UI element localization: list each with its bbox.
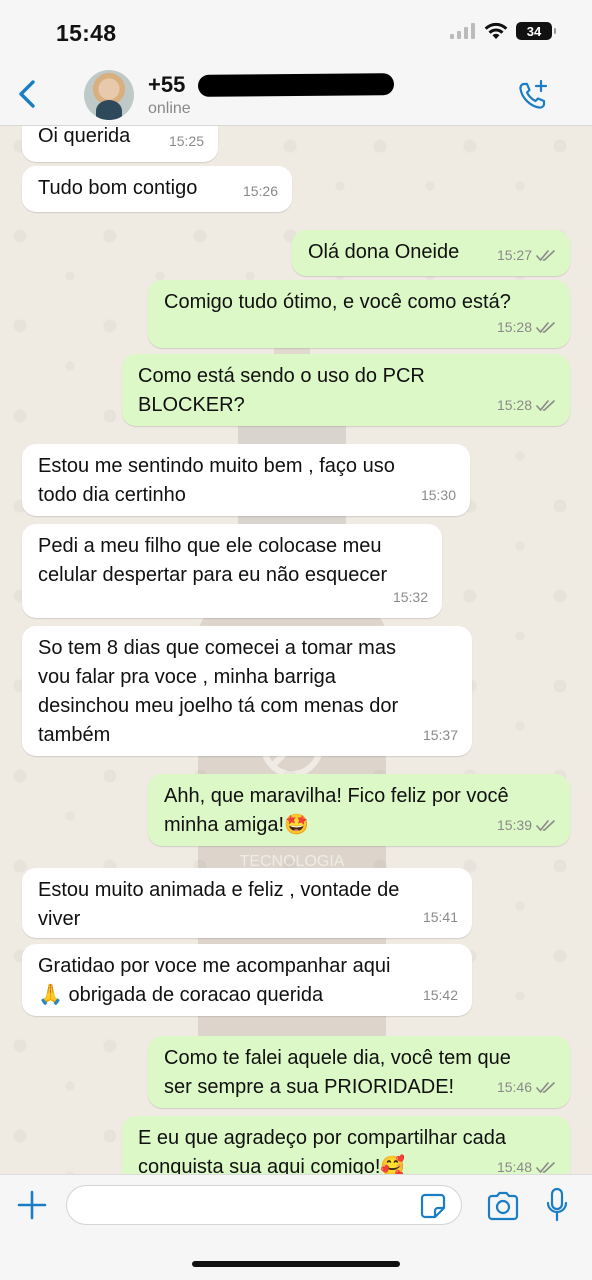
message-incoming[interactable]: Tudo bom contigo 15:26 [22, 166, 292, 212]
message-text: Como te falei aquele dia, você tem que s… [164, 1047, 511, 1098]
message-time: 15:48 [496, 1159, 532, 1174]
message-time: 15:30 [420, 487, 456, 503]
status-bar: 15:48 34 [0, 0, 592, 64]
message-meta: 15:27 [497, 241, 556, 270]
plus-icon[interactable] [16, 1189, 48, 1221]
contact-name[interactable]: +55 [148, 72, 185, 98]
avatar[interactable] [84, 70, 134, 120]
read-ticks-icon [536, 249, 555, 261]
message-outgoing[interactable]: E eu que agradeço por compartilhar cada … [122, 1116, 570, 1174]
message-text: Pedi a meu filho que ele colocase meu ce… [38, 535, 388, 586]
read-ticks-icon [536, 819, 555, 831]
message-meta: 15:48 [497, 1153, 556, 1174]
message-text: Comigo tudo ótimo, e você como está? [164, 291, 511, 313]
message-meta: 15:46 [497, 1073, 556, 1102]
message-time: 15:28 [496, 397, 532, 413]
message-outgoing[interactable]: Como te falei aquele dia, você tem que s… [148, 1036, 570, 1108]
status-icons: 34 [450, 22, 556, 40]
message-meta: 15:28 [497, 391, 556, 420]
message-text: Ahh, que maravilha! Fico feliz por você … [164, 785, 509, 836]
read-ticks-icon [536, 1161, 555, 1173]
sticker-icon[interactable] [420, 1193, 446, 1219]
message-text: Como está sendo o uso do PCR BLOCKER? [138, 365, 425, 416]
message-text: So tem 8 dias que comecei a tomar mas vo… [38, 637, 399, 746]
message-incoming[interactable]: Gratidao por voce me acompanhar aqui 🙏 o… [22, 944, 472, 1016]
status-time: 15:48 [56, 20, 117, 46]
microphone-icon[interactable] [546, 1187, 568, 1223]
message-time: 15:32 [392, 589, 428, 605]
message-incoming[interactable]: So tem 8 dias que comecei a tomar mas vo… [22, 626, 472, 756]
message-time: 15:39 [496, 817, 532, 833]
message-time: 15:42 [422, 987, 458, 1003]
message-text: Gratidao por voce me acompanhar aqui 🙏 o… [38, 955, 391, 1006]
message-time: 15:37 [422, 727, 458, 743]
message-time: 15:27 [496, 247, 532, 263]
signal-icon [450, 23, 475, 39]
message-incoming[interactable]: Estou me sentindo muito bem , faço uso t… [22, 444, 470, 516]
message-time: 15:41 [422, 909, 458, 925]
chat-header: +55 online [0, 64, 592, 126]
message-incoming[interactable]: Pedi a meu filho que ele colocase meu ce… [22, 524, 442, 618]
read-ticks-icon [536, 321, 555, 333]
message-time: 15:28 [496, 319, 532, 335]
wifi-icon [484, 22, 508, 39]
message-outgoing[interactable]: Comigo tudo ótimo, e você como está? 15:… [148, 280, 570, 348]
message-outgoing[interactable]: Como está sendo o uso do PCR BLOCKER? 15… [122, 354, 570, 426]
camera-icon[interactable] [486, 1191, 520, 1221]
message-text: Estou muito animada e feliz , vontade de… [38, 879, 400, 930]
contact-status: online [148, 100, 191, 117]
message-time: 15:46 [496, 1079, 532, 1095]
message-meta: 15:39 [497, 811, 556, 840]
message-input[interactable] [66, 1185, 462, 1225]
message-time: 15:25 [168, 133, 204, 149]
redacted-number [197, 73, 395, 97]
input-bar [0, 1174, 592, 1280]
message-outgoing[interactable]: Ahh, que maravilha! Fico feliz por você … [148, 774, 570, 846]
message-meta: 15:28 [497, 313, 556, 342]
home-indicator [192, 1261, 400, 1267]
message-time: 15:26 [242, 183, 278, 199]
message-text: E eu que agradeço por compartilhar cada … [138, 1127, 507, 1174]
read-ticks-icon [536, 399, 555, 411]
message-text: Estou me sentindo muito bem , faço uso t… [38, 455, 395, 506]
chevron-left-icon[interactable] [14, 78, 42, 110]
add-call-icon[interactable] [516, 78, 550, 112]
message-outgoing[interactable]: Olá dona Oneide 15:27 [292, 230, 570, 276]
message-text: Tudo bom contigo [38, 177, 198, 199]
read-ticks-icon [536, 1081, 555, 1093]
message-incoming[interactable]: Oi querida 15:25 [22, 126, 218, 162]
chat-area[interactable]: TECNOLOGIA AMERICANA AMERICAN SOLUTION 3… [0, 126, 592, 1174]
battery-icon: 34 [516, 22, 556, 40]
message-incoming[interactable]: Estou muito animada e feliz , vontade de… [22, 868, 472, 938]
